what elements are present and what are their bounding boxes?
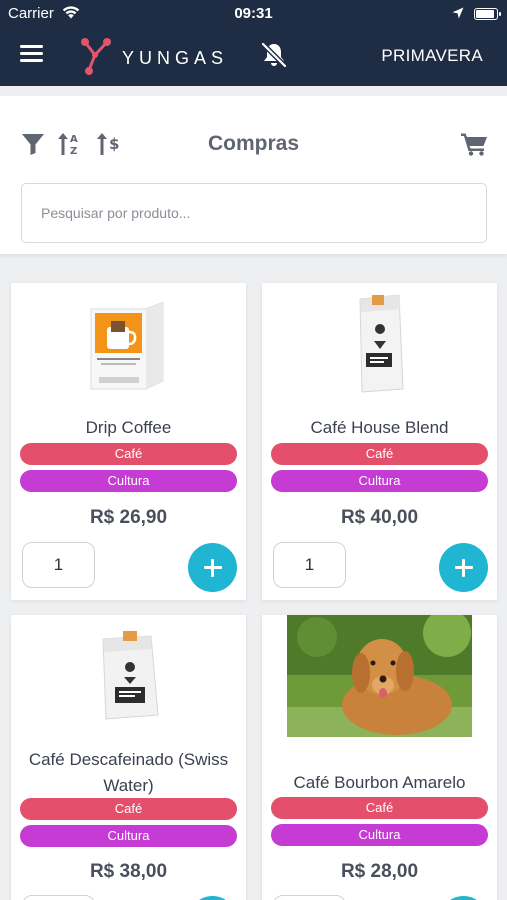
brand-name: YUNGAS (122, 48, 229, 68)
product-card[interactable]: Drip Coffee Café Cultura R$ 26,90 1 (11, 283, 246, 600)
add-to-cart-button[interactable] (188, 543, 237, 592)
add-to-cart-button[interactable] (188, 896, 237, 900)
product-card[interactable]: Café Bourbon Amarelo Café Cultura R$ 28,… (262, 615, 497, 900)
category-tag: Café (20, 443, 237, 465)
quantity-input[interactable]: 1 (22, 542, 95, 588)
drip-coffee-box-image (90, 301, 164, 390)
user-name-label[interactable]: PRIMAVERA (381, 46, 483, 66)
page-title: Compras (207, 132, 300, 155)
add-to-cart-button[interactable] (439, 896, 488, 900)
category-tag: Café (20, 798, 237, 820)
product-price: R$ 40,00 (340, 507, 419, 528)
yungas-logo-icon (81, 38, 111, 75)
product-name: Café Descafeinado (Swiss Water) (28, 750, 229, 795)
purchase-header: A Z $ Compras (0, 96, 507, 254)
quantity-input[interactable]: 1 (273, 542, 346, 588)
golden-retriever-photo (287, 615, 472, 737)
category-tag: Cultura (20, 825, 237, 847)
category-tag: Cultura (271, 824, 488, 846)
status-bar: Carrier 09:31 (0, 0, 507, 28)
bell-slash-icon[interactable] (260, 42, 288, 68)
battery-icon (474, 8, 501, 20)
product-price: R$ 38,00 (89, 861, 168, 882)
quantity-input[interactable]: 1 (273, 895, 346, 900)
coffee-bag-image (359, 294, 404, 393)
product-card[interactable]: Café House Blend Café Cultura R$ 40,00 1 (262, 283, 497, 600)
search-input[interactable] (22, 184, 486, 242)
category-tag: Cultura (271, 470, 488, 492)
cart-icon[interactable] (461, 132, 488, 156)
product-price: R$ 26,90 (89, 507, 168, 528)
add-to-cart-button[interactable] (439, 543, 488, 592)
category-tag: Café (271, 443, 488, 465)
product-price: R$ 28,00 (340, 861, 419, 882)
product-name: Café Bourbon Amarelo (293, 773, 466, 792)
category-tag: Cultura (20, 470, 237, 492)
category-tag: Café (271, 797, 488, 819)
coffee-bag-decaf-image (102, 631, 159, 720)
clock: 09:31 (234, 5, 273, 22)
product-name: Café House Blend (310, 418, 449, 437)
product-name: Drip Coffee (85, 418, 172, 437)
location-arrow-icon (452, 7, 464, 19)
search-field[interactable] (21, 183, 487, 243)
top-navbar: YUNGAS PRIMAVERA (0, 28, 507, 86)
quantity-input[interactable]: 1 (22, 895, 95, 900)
hamburger-menu-icon[interactable] (20, 45, 44, 63)
product-card[interactable]: Café Descafeinado (Swiss Water) Café Cul… (11, 615, 246, 900)
